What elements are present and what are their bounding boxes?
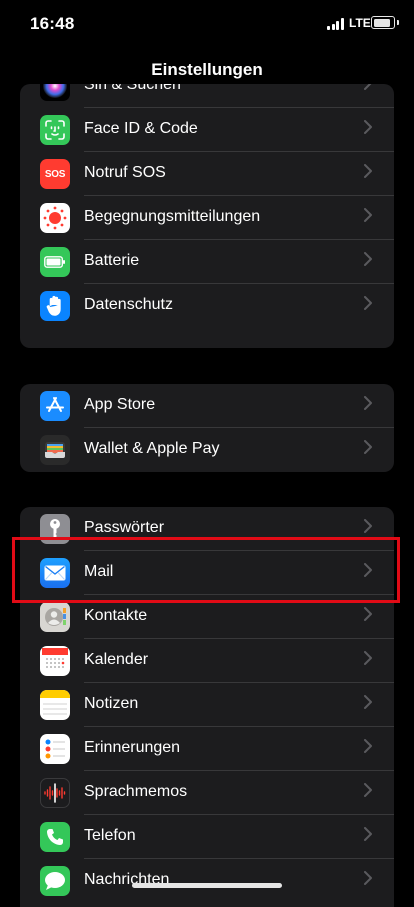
contacts-icon (40, 602, 70, 632)
sos-icon-text: SOS (44, 168, 66, 180)
settings-row-messages[interactable]: Nachrichten (20, 859, 394, 903)
row-label: Sprachmemos (84, 783, 188, 800)
siri-icon (40, 84, 70, 101)
row-label: Erinnerungen (84, 739, 181, 756)
calendar-icon (40, 646, 70, 676)
settings-row-siri[interactable]: Siri & Suchen (20, 84, 394, 108)
chevron-right-icon (364, 252, 372, 266)
settings-row-wallet[interactable]: Wallet & Apple Pay (20, 428, 394, 472)
chevron-right-icon (364, 519, 372, 533)
chevron-right-icon (364, 440, 372, 454)
row-label: Batterie (84, 252, 140, 269)
row-label: Notizen (84, 695, 139, 712)
chevron-right-icon (364, 296, 372, 310)
settings-group-system: Siri & Suchen Face ID & Code SOS Notruf … (20, 84, 394, 348)
chevron-right-icon (364, 84, 372, 90)
status-time: 16:48 (30, 14, 75, 33)
chevron-right-icon (364, 827, 372, 841)
settings-row-calendar[interactable]: Kalender (20, 639, 394, 683)
chevron-right-icon (364, 396, 372, 410)
chevron-right-icon (364, 695, 372, 709)
chevron-right-icon (364, 783, 372, 797)
privacy-hand-icon (40, 291, 70, 321)
row-label: Siri & Suchen (84, 84, 181, 93)
row-label: Kontakte (84, 607, 148, 624)
messages-icon (40, 866, 70, 896)
row-label: Telefon (84, 827, 136, 844)
settings-row-battery[interactable]: Batterie (20, 240, 394, 284)
home-indicator[interactable] (132, 883, 282, 888)
row-label: Begegnungsmitteilungen (84, 208, 261, 225)
settings-row-reminders[interactable]: Erinnerungen (20, 727, 394, 771)
settings-row-privacy[interactable]: Datenschutz (20, 284, 394, 328)
settings-row-face-id[interactable]: Face ID & Code (20, 108, 394, 152)
settings-row-app-store[interactable]: App Store (20, 384, 394, 428)
chevron-right-icon (364, 164, 372, 178)
reminders-icon (40, 734, 70, 764)
row-label: Notruf SOS (84, 164, 166, 181)
chevron-right-icon (364, 607, 372, 621)
phone-icon (40, 822, 70, 852)
row-label: Datenschutz (84, 296, 173, 313)
sos-icon: SOS (40, 159, 70, 189)
settings-row-notes[interactable]: Notizen (20, 683, 394, 727)
face-id-icon (40, 115, 70, 145)
chevron-right-icon (364, 120, 372, 134)
settings-row-exposure-notifications[interactable]: Begegnungsmitteilungen (20, 196, 394, 240)
row-label: Face ID & Code (84, 120, 198, 137)
highlight-box (12, 537, 400, 603)
row-label: App Store (84, 396, 156, 413)
row-label: Kalender (84, 651, 149, 668)
settings-row-voice-memos[interactable]: Sprachmemos (20, 771, 394, 815)
wallet-icon (40, 435, 70, 465)
settings-row-phone[interactable]: Telefon (20, 815, 394, 859)
voice-memos-icon (40, 778, 70, 808)
cellular-signal-icon (327, 18, 345, 30)
exposure-notification-icon (40, 203, 70, 233)
settings-row-emergency-sos[interactable]: SOS Notruf SOS (20, 152, 394, 196)
notes-icon (40, 690, 70, 720)
app-store-icon (40, 391, 70, 421)
chevron-right-icon (364, 651, 372, 665)
page-title: Einstellungen (151, 60, 263, 79)
chevron-right-icon (364, 871, 372, 885)
battery-icon (40, 247, 70, 277)
chevron-right-icon (364, 208, 372, 222)
status-bar: 16:48 LTE (0, 0, 414, 48)
battery-status-icon (371, 16, 399, 29)
chevron-right-icon (364, 739, 372, 753)
settings-group-store: App Store Wallet & Apple Pay (20, 384, 394, 472)
row-label: Passwörter (84, 519, 165, 536)
network-type: LTE (349, 16, 371, 30)
row-label: Wallet & Apple Pay (84, 440, 220, 457)
